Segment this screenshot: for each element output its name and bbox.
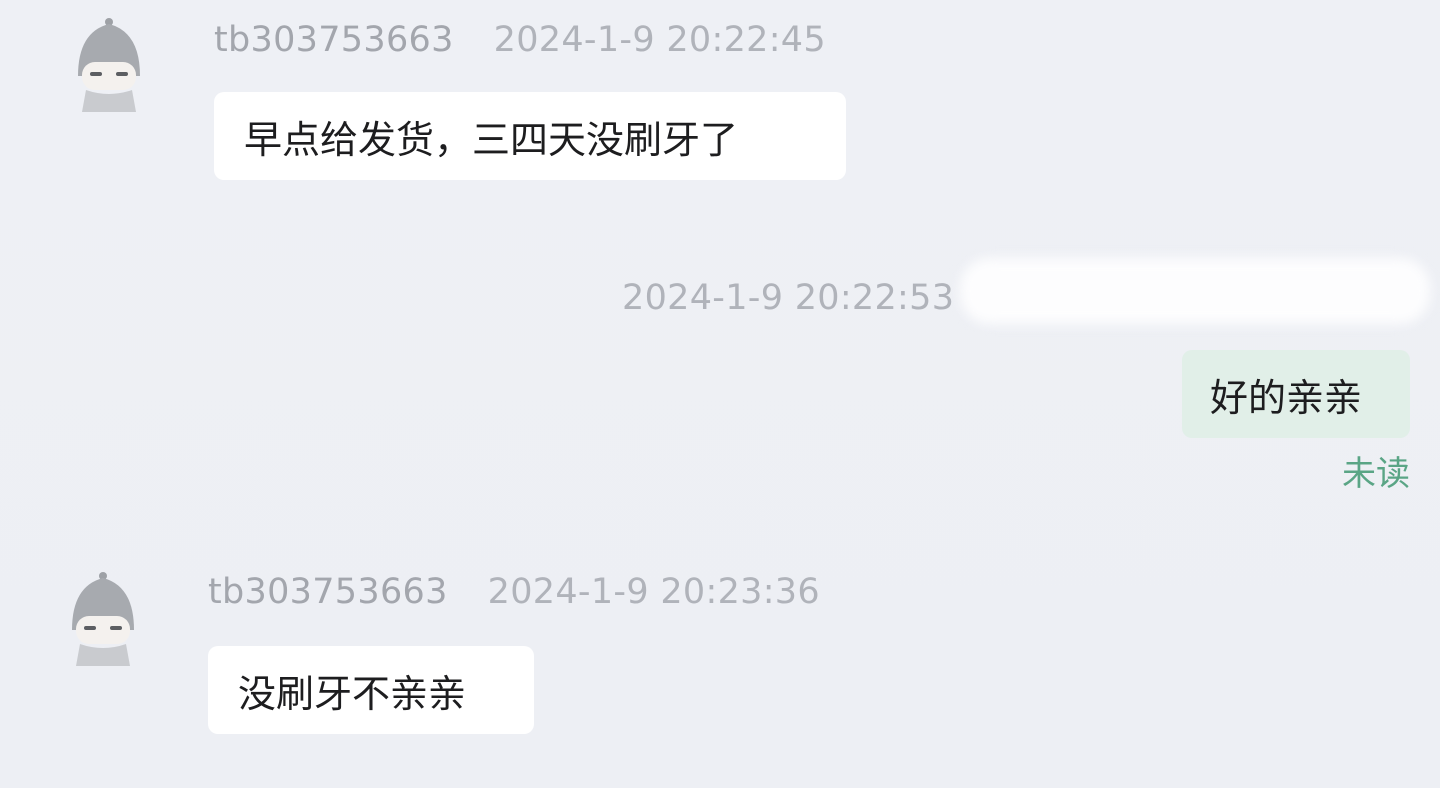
message-meta: 2024-1-9 20:22:53 [622,278,954,318]
sender-name: tb303753663 [208,572,448,612]
message-text: 没刷牙不亲亲 [238,671,467,716]
user-avatar-icon[interactable] [60,572,146,668]
message-timestamp: 2024-1-9 20:22:45 [493,20,826,60]
message-text: 早点给发货，三四天没刷牙了 [244,117,739,162]
message-bubble[interactable]: 没刷牙不亲亲 [208,646,534,734]
redacted-sender-area [960,258,1430,324]
unread-status: 未读 [1342,454,1410,494]
sender-name: tb303753663 [214,20,454,60]
message-text: 好的亲亲 [1210,375,1363,420]
message-bubble[interactable]: 早点给发货，三四天没刷牙了 [214,92,846,180]
message-meta: tb303753663 2024-1-9 20:23:36 [208,572,820,612]
message-timestamp: 2024-1-9 20:22:53 [622,278,955,318]
chat-window: tb303753663 2024-1-9 20:22:45 早点给发货，三四天没… [0,0,1440,788]
message-bubble[interactable]: 好的亲亲 [1182,350,1410,438]
message-meta: tb303753663 2024-1-9 20:22:45 [214,20,826,60]
message-timestamp: 2024-1-9 20:23:36 [487,572,820,612]
user-avatar-icon[interactable] [66,18,152,114]
